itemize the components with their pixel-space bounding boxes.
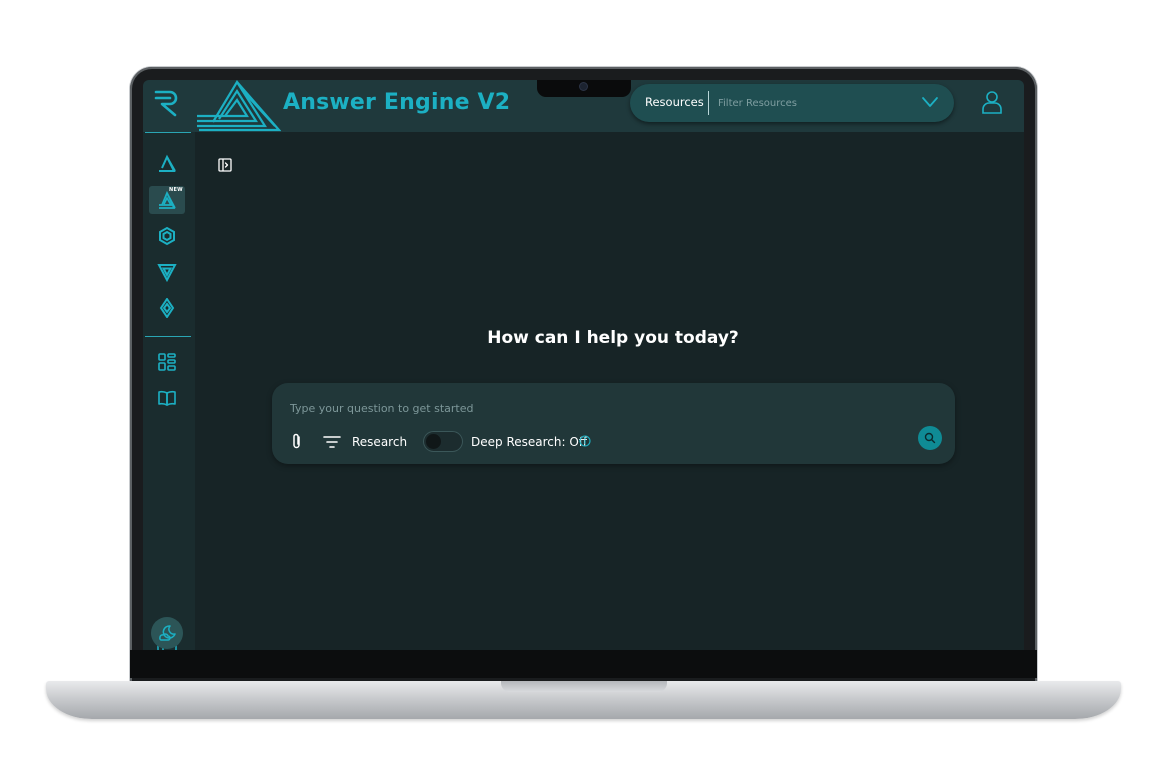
- sidebar-divider: [145, 132, 191, 133]
- toggle-knob: [426, 434, 441, 449]
- paperclip-icon[interactable]: [290, 433, 304, 450]
- user-profile-icon[interactable]: [981, 90, 1003, 114]
- laptop-base: [46, 681, 1121, 719]
- filter-resources-input[interactable]: [718, 92, 908, 114]
- deep-research-toggle[interactable]: [423, 431, 463, 452]
- brand-logo-icon: [197, 80, 281, 132]
- resources-divider: [708, 91, 709, 115]
- answer-engine-v2-icon: [159, 190, 176, 209]
- info-icon[interactable]: [579, 435, 591, 447]
- theme-toggle-button[interactable]: [151, 617, 183, 649]
- sidebar-item-diamond[interactable]: [149, 294, 185, 322]
- book-icon: [158, 390, 176, 406]
- screen-bezel: [130, 650, 1037, 678]
- search-icon: [924, 432, 936, 444]
- diamond-icon: [159, 298, 175, 318]
- research-button[interactable]: Research: [352, 435, 407, 449]
- dashboard-icon: [158, 353, 176, 371]
- app-logo-icon[interactable]: [151, 86, 183, 120]
- app-title: Answer Engine V2: [283, 90, 511, 115]
- query-card: Research Deep Research: Off: [272, 383, 955, 464]
- laptop-mockup: Answer Engine V2 Resources Filter Resour…: [0, 0, 1167, 775]
- sidebar-item-dashboard[interactable]: [149, 348, 185, 376]
- sidebar-item-hexagon[interactable]: [149, 222, 185, 250]
- sidebar-item-answer-engine[interactable]: [149, 150, 185, 178]
- answer-engine-icon: [159, 154, 176, 172]
- chevron-down-icon[interactable]: [921, 96, 939, 108]
- submit-search-button[interactable]: [918, 426, 942, 450]
- webcam: [580, 83, 587, 90]
- camera-notch: [537, 80, 631, 97]
- new-badge: NEW: [168, 187, 183, 193]
- triangle-icon: [157, 264, 177, 282]
- hexagon-icon: [159, 226, 175, 246]
- filter-icon[interactable]: [322, 435, 342, 449]
- resources-filter[interactable]: Resources: [630, 84, 954, 122]
- question-input[interactable]: [290, 398, 890, 418]
- deep-research-label: Deep Research: Off: [471, 435, 588, 449]
- panel-toggle-icon[interactable]: [218, 158, 232, 172]
- moon-cloud-icon: [159, 625, 176, 641]
- app-screen: Answer Engine V2 Resources Filter Resour…: [143, 80, 1024, 650]
- sidebar-item-answer-engine-v2[interactable]: NEW: [149, 186, 185, 214]
- greeting-heading: How can I help you today?: [487, 328, 739, 348]
- base-notch: [501, 681, 667, 692]
- resources-label: Resources: [645, 95, 704, 109]
- sidebar-item-library[interactable]: [149, 384, 185, 412]
- sidebar-item-triangle[interactable]: [149, 258, 185, 286]
- sidebar: NEW: [143, 132, 195, 650]
